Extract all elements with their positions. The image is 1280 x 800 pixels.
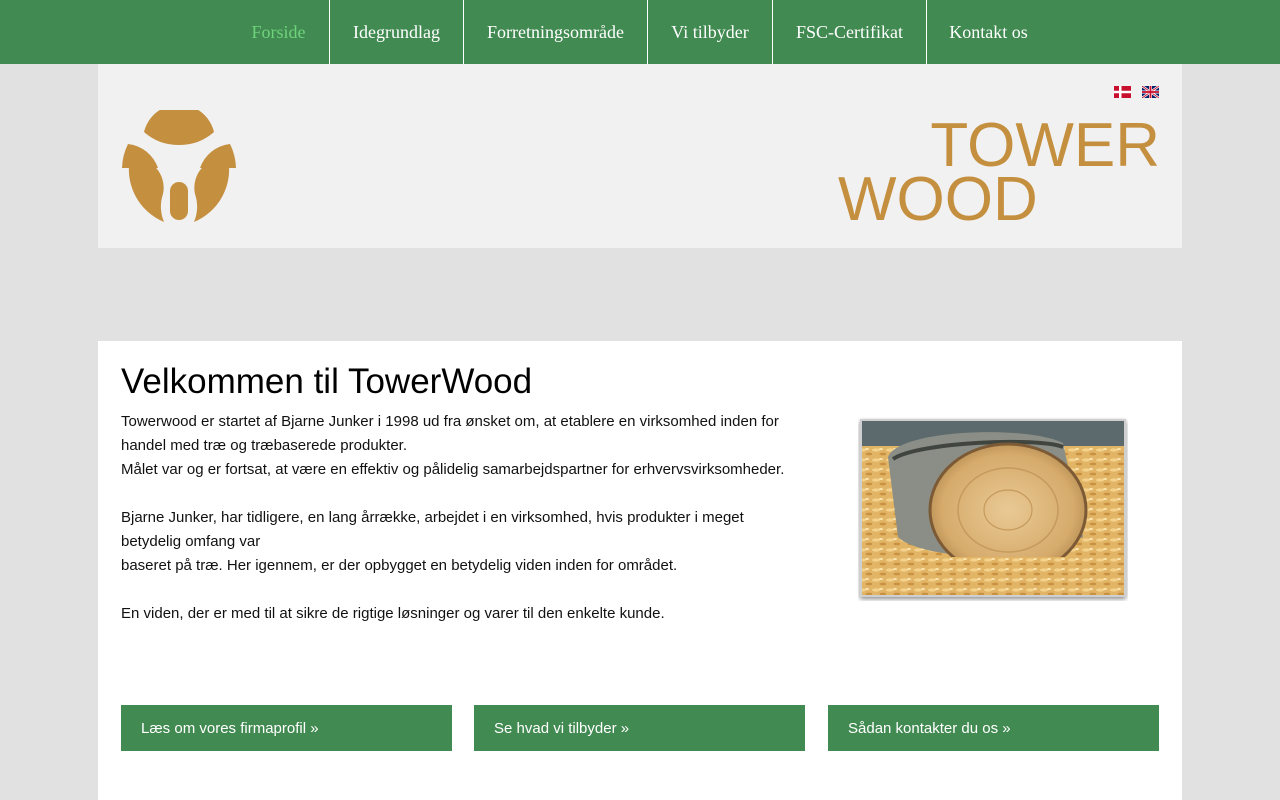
logo-mark-icon[interactable] bbox=[122, 110, 236, 224]
nav-item-kontakt-os[interactable]: Kontakt os bbox=[926, 0, 1050, 64]
contact-button[interactable]: Sådan kontakter du os » bbox=[828, 705, 1159, 751]
nav-item-forretningsomraade[interactable]: Forretningsområde bbox=[463, 0, 647, 64]
intro-paragraph: Målet var og er fortsat, at være en effe… bbox=[121, 461, 785, 478]
towerwood-wordmark-logo[interactable]: TOWER WOOD bbox=[838, 112, 1162, 226]
danish-flag-icon[interactable] bbox=[1114, 86, 1131, 98]
nav-item-forside[interactable]: Forside bbox=[228, 0, 329, 64]
intro-text: Towerwood er startet af Bjarne Junker i … bbox=[121, 410, 801, 626]
intro-paragraph: baseret på træ. Her igennem, er der opby… bbox=[121, 557, 678, 574]
nav-item-fsc-certifikat[interactable]: FSC-Certifikat bbox=[772, 0, 926, 64]
intro-paragraph: Bjarne Junker, har tidligere, en lang år… bbox=[121, 509, 744, 550]
language-switcher bbox=[1114, 86, 1159, 98]
nav-item-idegrundlag[interactable]: Idegrundlag bbox=[329, 0, 463, 64]
nav-item-vi-tilbyder[interactable]: Vi tilbyder bbox=[647, 0, 772, 64]
english-flag-icon[interactable] bbox=[1142, 86, 1159, 98]
intro-paragraph: En viden, der er med til at sikre de rig… bbox=[121, 605, 665, 622]
page-title: Velkommen til TowerWood bbox=[121, 362, 533, 401]
company-profile-button[interactable]: Læs om vores firmaprofil » bbox=[121, 705, 452, 751]
intro-paragraph: Towerwood er startet af Bjarne Junker i … bbox=[121, 413, 779, 454]
main-content: Velkommen til TowerWood Towerwood er sta… bbox=[98, 341, 1182, 800]
offerings-button[interactable]: Se hvad vi tilbyder » bbox=[474, 705, 805, 751]
svg-text:WOOD: WOOD bbox=[838, 165, 1038, 226]
top-navigation: Forside Idegrundlag Forretningsområde Vi… bbox=[0, 0, 1280, 64]
nav-menu: Forside Idegrundlag Forretningsområde Vi… bbox=[228, 0, 1050, 64]
site-header: TOWER WOOD bbox=[98, 64, 1182, 248]
wood-log-sawdust-image bbox=[860, 419, 1126, 597]
